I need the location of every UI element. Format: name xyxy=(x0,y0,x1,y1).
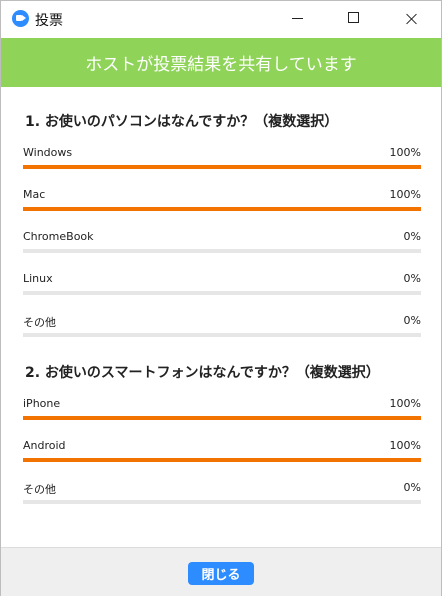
option-percent: 0% xyxy=(403,272,421,285)
minimize-button[interactable] xyxy=(275,1,321,37)
option-percent: 100% xyxy=(389,439,421,452)
option-label: Mac xyxy=(23,188,46,201)
result-bar xyxy=(23,416,421,420)
footer: 閉じる xyxy=(1,547,441,596)
result-bar xyxy=(23,249,421,253)
close-button[interactable]: 閉じる xyxy=(188,562,254,585)
poll-window: 投票 ホストが投票結果を共有しています 1. お使いのパソコンはなんですか？（複… xyxy=(0,0,442,596)
result-bar xyxy=(23,458,421,462)
option-label: ChromeBook xyxy=(23,230,94,243)
option-percent: 0% xyxy=(403,314,421,327)
option-percent: 100% xyxy=(389,146,421,159)
result-bar xyxy=(23,500,421,504)
result-bar-fill xyxy=(23,416,421,420)
result-bar-fill xyxy=(23,165,421,169)
zoom-camera-icon xyxy=(12,10,29,27)
option-percent: 0% xyxy=(403,481,421,494)
result-bar xyxy=(23,165,421,169)
option-label: Android xyxy=(23,439,66,452)
option-label: Windows xyxy=(23,146,73,159)
shared-results-banner: ホストが投票結果を共有しています xyxy=(1,38,441,87)
option-percent: 100% xyxy=(389,188,421,201)
window-title: 投票 xyxy=(35,13,63,29)
title-bar: 投票 xyxy=(1,1,441,37)
result-bar-fill xyxy=(23,458,421,462)
maximize-button[interactable] xyxy=(331,1,377,37)
option-label: Linux xyxy=(23,272,53,285)
result-bar xyxy=(23,291,421,295)
close-window-button[interactable] xyxy=(389,1,435,37)
option-label: iPhone xyxy=(23,397,61,410)
result-bar xyxy=(23,333,421,337)
result-bar-fill xyxy=(23,207,421,211)
question-2-title: 2. お使いのスマートフォンはなんですか？（複数選択） xyxy=(25,365,380,381)
result-bar xyxy=(23,207,421,211)
option-percent: 100% xyxy=(389,397,421,410)
option-percent: 0% xyxy=(403,230,421,243)
option-label: その他 xyxy=(23,483,56,496)
question-1-title: 1. お使いのパソコンはなんですか？（複数選択） xyxy=(25,114,339,130)
option-label: その他 xyxy=(23,316,56,329)
